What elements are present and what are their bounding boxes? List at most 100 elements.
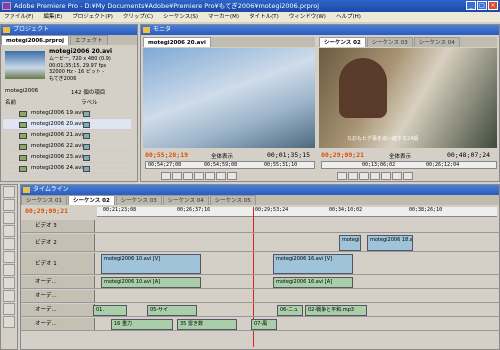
clip-a4[interactable]: 35 雷き数 xyxy=(177,319,237,330)
timeline-timecode[interactable]: 00;29;09;21 xyxy=(25,207,68,215)
premiere-icon xyxy=(2,2,11,10)
program-timecode-current[interactable]: 00;29;09;21 xyxy=(321,151,364,159)
rolling-edit-tool-icon[interactable] xyxy=(3,225,15,237)
monitor-icon xyxy=(143,27,150,33)
track-audio-2: オーデ... xyxy=(21,290,500,303)
video-file-icon xyxy=(19,166,27,172)
clip-a3[interactable]: 06-ニュ xyxy=(277,305,303,316)
ripple-edit-tool-icon[interactable] xyxy=(3,212,15,224)
list-item[interactable]: motegi2006 23.avi xyxy=(3,152,131,163)
source-time-ruler[interactable]: 00;54;27;08 00;54;59;08 00;55;31;10 xyxy=(145,161,315,169)
source-fit-select[interactable]: 全体表示 xyxy=(211,152,233,160)
list-item[interactable]: motegi2006 20.avi xyxy=(3,119,131,130)
clip-a3[interactable]: 02-戦争と平和.mp3 xyxy=(305,305,367,316)
zoom-tool-icon[interactable] xyxy=(3,316,15,328)
clip-a4[interactable]: 16 重力 xyxy=(111,319,173,330)
tab-sequence-03[interactable]: シーケンス 03 xyxy=(115,195,162,205)
menu-file[interactable]: ファイル(F) xyxy=(4,12,33,22)
tools-panel xyxy=(0,184,18,350)
track-header[interactable]: オーデ... xyxy=(21,276,95,288)
track-header[interactable]: ビデオ 1 xyxy=(21,253,95,274)
hand-tool-icon[interactable] xyxy=(3,303,15,315)
slide-tool-icon[interactable] xyxy=(3,277,15,289)
mark-out-button[interactable] xyxy=(172,172,182,180)
video-file-icon xyxy=(19,133,27,139)
menu-help[interactable]: ヘルプ(H) xyxy=(336,12,361,22)
razor-tool-icon[interactable] xyxy=(3,251,15,263)
clip-info-line: 32000 Hz - 16 ビット - xyxy=(49,69,105,75)
list-item[interactable]: motegi2006 24.avi xyxy=(3,163,131,174)
extract-button[interactable] xyxy=(403,172,413,180)
step-back-button[interactable] xyxy=(183,172,193,180)
menu-project[interactable]: プロジェクト(P) xyxy=(72,12,113,22)
program-fit-select[interactable]: 全体表示 xyxy=(389,152,411,160)
menu-window[interactable]: ウィンドウ(W) xyxy=(289,12,326,22)
tab-sequence-03[interactable]: シーケンス 03 xyxy=(366,37,413,47)
list-item[interactable]: motegi2006 19.avi xyxy=(3,108,131,119)
clip-a1[interactable]: motegi2006 16.avi [A] xyxy=(273,277,353,288)
tab-sequence-02[interactable]: シーケンス 02 xyxy=(319,37,366,47)
clip-a4[interactable]: 07-風 xyxy=(251,319,277,330)
menu-title[interactable]: タイトル(T) xyxy=(249,12,279,22)
tab-project[interactable]: motegi2006.prproj xyxy=(1,35,70,45)
slip-tool-icon[interactable] xyxy=(3,264,15,276)
program-time-ruler[interactable]: 00;13;06;02 00;26;12;04 xyxy=(321,161,497,169)
menu-sequence[interactable]: シーケンス(S) xyxy=(163,12,198,22)
project-tabs: motegi2006.prproj エフェクト xyxy=(1,35,137,45)
track-header[interactable]: ビデオ 3 xyxy=(21,220,95,232)
mark-out-button[interactable] xyxy=(348,172,358,180)
track-header[interactable]: オーデ... xyxy=(21,318,95,330)
mark-in-button[interactable] xyxy=(161,172,171,180)
list-item[interactable]: motegi2006 21.avi xyxy=(3,130,131,141)
tab-source-clip[interactable]: motegi2006 20.avi xyxy=(143,37,211,47)
list-item[interactable]: motegi2006 22.avi xyxy=(3,141,131,152)
tab-sequence-01[interactable]: シーケンス 01 xyxy=(21,195,67,205)
source-timecode-current[interactable]: 00;55;28;19 xyxy=(145,151,188,159)
source-video-frame xyxy=(143,48,315,148)
clip-v1[interactable]: motegi2006 10.avi [V] xyxy=(101,254,201,274)
column-name-header[interactable]: 名前 xyxy=(5,98,16,106)
insert-button[interactable] xyxy=(216,172,226,180)
column-label-header[interactable]: ラベル xyxy=(81,98,98,106)
label-swatch xyxy=(83,144,90,150)
clip-a3[interactable]: 05-サイ xyxy=(147,305,197,316)
track-header[interactable]: オーデ... xyxy=(21,304,95,316)
program-video-frame: なおもヒデ事を追い越する24組 xyxy=(319,48,497,148)
mark-in-button[interactable] xyxy=(337,172,347,180)
menu-edit[interactable]: 編集(E) xyxy=(43,12,62,22)
source-tabs: motegi2006 20.avi xyxy=(143,37,315,47)
tab-sequence-04[interactable]: シーケンス 04 xyxy=(162,195,209,205)
track-select-tool-icon[interactable] xyxy=(3,199,15,211)
clip-v2[interactable]: motegi2006 18.avi xyxy=(339,235,361,251)
lift-button[interactable] xyxy=(392,172,402,180)
track-header[interactable]: ビデオ 2 xyxy=(21,234,95,251)
clip-a3[interactable]: 01. xyxy=(93,305,127,316)
tab-sequence-02[interactable]: シーケンス 02 xyxy=(67,195,115,205)
clip-v1[interactable]: motegi2006 16.avi [V] xyxy=(273,254,353,274)
menu-clip[interactable]: クリップ(C) xyxy=(123,12,153,22)
maximize-button[interactable]: □ xyxy=(477,1,487,10)
overlay-button[interactable] xyxy=(227,172,237,180)
project-panel: プロジェクト motegi2006.prproj エフェクト motegi200… xyxy=(0,24,138,182)
selection-tool-icon[interactable] xyxy=(3,186,15,198)
close-button[interactable]: × xyxy=(488,1,498,10)
timeline-time-ruler[interactable]: 00;21;23;08 00;26;37;16 00;29;53;24 00;3… xyxy=(97,207,497,217)
timeline-panel-title: タイムライン xyxy=(21,185,499,195)
minimize-button[interactable]: _ xyxy=(466,1,476,10)
track-video-1: ビデオ 1 motegi2006 10.avi [V] motegi2006 1… xyxy=(21,253,500,275)
tab-effects[interactable]: エフェクト xyxy=(70,35,108,45)
step-back-button[interactable] xyxy=(359,172,369,180)
clip-v2[interactable]: motegi2006 18.avi xyxy=(367,235,413,251)
step-forward-button[interactable] xyxy=(205,172,215,180)
pen-tool-icon[interactable] xyxy=(3,290,15,302)
play-button[interactable] xyxy=(370,172,380,180)
clip-a1[interactable]: motegi2006 10.avi [A] xyxy=(101,277,201,288)
track-header[interactable]: オーデ... xyxy=(21,290,95,302)
tab-sequence-05[interactable]: シーケンス 05 xyxy=(209,195,256,205)
play-button[interactable] xyxy=(194,172,204,180)
tab-sequence-04[interactable]: シーケンス 04 xyxy=(413,37,460,47)
track-audio-3: オーデ... 01. 05-サイ 06-ニュ 02-戦争と平和.mp3 xyxy=(21,304,500,317)
step-forward-button[interactable] xyxy=(381,172,391,180)
menu-marker[interactable]: マーカー(M) xyxy=(208,12,239,22)
rate-stretch-tool-icon[interactable] xyxy=(3,238,15,250)
